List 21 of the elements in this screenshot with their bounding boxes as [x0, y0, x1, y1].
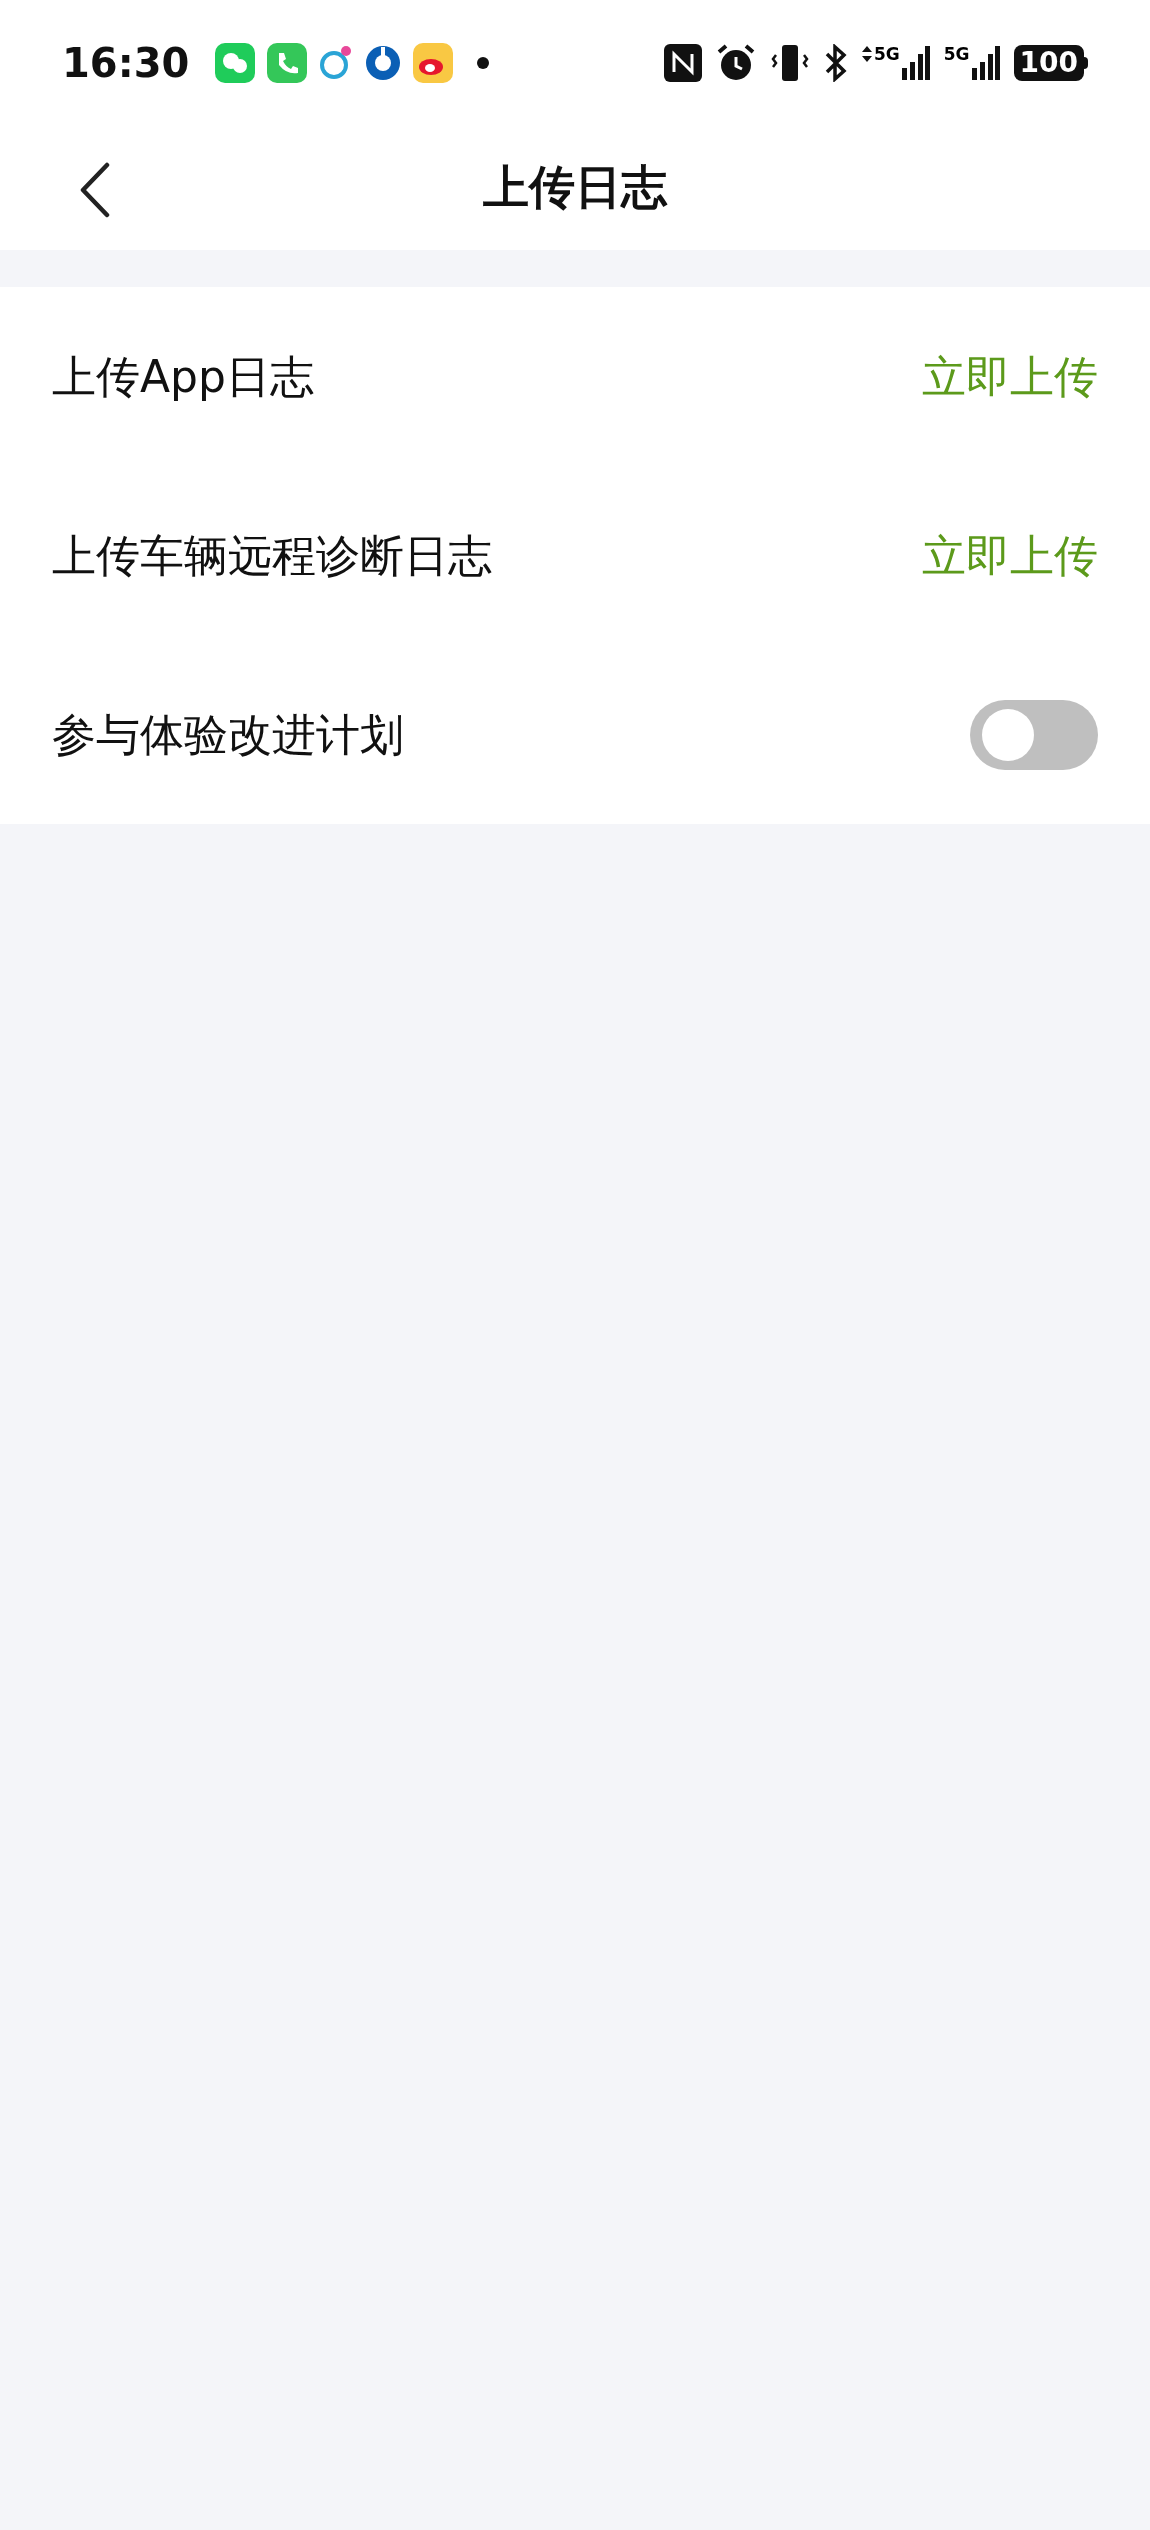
data-arrows-icon	[861, 45, 872, 62]
upload-link[interactable]: 立即上传	[922, 343, 1098, 410]
chat-app-icon	[215, 42, 256, 83]
alarm-icon	[715, 42, 756, 83]
nfc-icon	[663, 43, 702, 82]
page-title: 上传日志	[483, 159, 667, 216]
setting-label: 参与体验改进计划	[52, 707, 404, 762]
network-label: 5G	[873, 45, 900, 63]
status-time: 16:30	[62, 38, 190, 88]
setting-label: 上传车辆远程诊断日志	[52, 528, 492, 583]
bluetooth-icon	[823, 43, 848, 82]
phone-app-icon	[267, 42, 308, 83]
notification-dot-icon	[477, 56, 490, 69]
upload-link[interactable]: 立即上传	[922, 522, 1098, 589]
signal-icon	[901, 45, 930, 80]
vibrate-icon	[769, 42, 810, 83]
network-label: 5G	[943, 45, 970, 63]
signal-icon	[971, 45, 1000, 80]
setting-label: 上传App日志	[52, 349, 314, 404]
back-icon	[79, 162, 111, 218]
battery-indicator: 100	[1013, 44, 1088, 81]
